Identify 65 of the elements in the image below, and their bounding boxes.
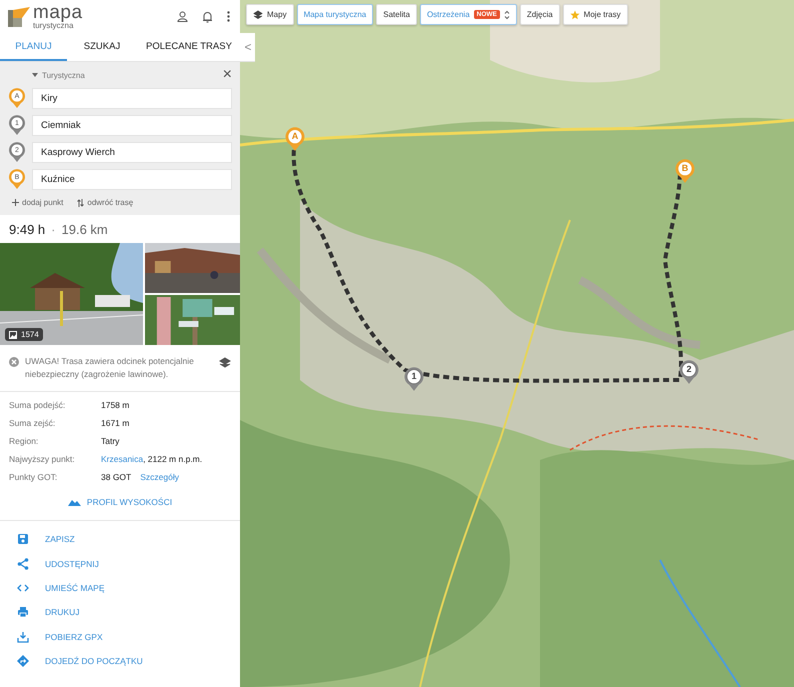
waypoint-field[interactable]: Ciemniak	[32, 114, 232, 136]
reverse-route-button[interactable]: odwróć trasę	[77, 198, 134, 207]
waypoint-field[interactable]: Kuźnice	[32, 168, 232, 190]
plus-icon	[12, 199, 19, 206]
detail-value: Tatry	[101, 436, 120, 446]
map-toolbar-button[interactable]: Mapy	[246, 4, 294, 25]
separator: ·	[51, 222, 56, 236]
map-pin[interactable]: B	[674, 158, 696, 184]
logo-title: mapa	[33, 3, 83, 22]
directions-icon	[17, 654, 29, 667]
map-toolbar-button[interactable]: Satelita	[376, 4, 417, 25]
save-icon	[17, 533, 29, 546]
mode-dropdown[interactable]: Turystyczna	[42, 70, 85, 80]
action-button[interactable]: ZAPISZ	[0, 527, 240, 552]
caret-icon	[32, 73, 38, 77]
logo-icon	[8, 6, 30, 26]
map-toolbar-button[interactable]: Zdjęcia	[520, 4, 560, 25]
warning-icon	[9, 357, 19, 367]
map-toolbar-button[interactable]: Moje trasy	[562, 4, 628, 25]
star-icon	[570, 10, 580, 20]
detail-label: Suma podejść:	[9, 400, 66, 410]
swap-icon	[77, 198, 84, 206]
action-button[interactable]: DRUKUJ	[0, 600, 240, 625]
elevation-profile-button[interactable]: PROFIL WYSOKOŚCI	[62, 496, 178, 508]
detail-value: 1671 m	[101, 418, 130, 428]
add-point-button[interactable]: dodaj punkt	[12, 198, 64, 207]
photo-count-badge[interactable]: 1574	[5, 328, 43, 341]
layers-icon[interactable]	[219, 357, 231, 369]
more-icon[interactable]	[227, 11, 230, 22]
waypoint-field[interactable]: Kiry	[32, 88, 232, 108]
detail-label: Punkty GOT:	[9, 472, 58, 482]
action-button[interactable]: POBIERZ GPX	[0, 624, 240, 649]
action-button[interactable]: UDOSTĘPNIJ	[0, 552, 240, 576]
detail-link[interactable]: Szczegóły	[140, 472, 179, 482]
map-toolbar-button[interactable]: Mapa turystyczna	[296, 4, 374, 25]
close-button[interactable]: ×	[222, 67, 232, 83]
warning-text: UWAGA! Trasa zawiera odcinek potencjalnie niebezpieczny (zagrożenie lawinowe).	[25, 355, 195, 382]
share-icon	[17, 558, 29, 570]
image-icon	[9, 330, 17, 338]
map-pin[interactable]: A	[284, 126, 306, 152]
detail-value: 1758 m	[101, 400, 130, 410]
mountain-icon	[68, 498, 81, 506]
code-icon	[17, 584, 29, 592]
action-button[interactable]: UMIEŚĆ MAPĘ	[0, 576, 240, 600]
logo-subtitle: turystyczna	[33, 22, 74, 30]
bell-icon[interactable]	[202, 10, 213, 22]
waypoint-field[interactable]: Kasprowy Wierch	[32, 142, 232, 162]
chevrons-icon	[504, 10, 510, 20]
download-icon	[17, 630, 29, 643]
detail-value: , 2122 m n.p.m.	[143, 454, 202, 464]
user-icon[interactable]	[177, 11, 188, 22]
action-button[interactable]: DOJEDŹ DO POCZĄTKU	[0, 648, 240, 674]
detail-label: Najwyższy punkt:	[9, 454, 76, 464]
tab[interactable]: SZUKAJ	[67, 33, 137, 61]
detail-link[interactable]: Krzesanica	[101, 454, 144, 464]
tab[interactable]: POLECANE TRASY	[137, 33, 241, 61]
layers-icon	[253, 10, 263, 20]
route-time: 9:49 h	[9, 222, 46, 236]
map-pin[interactable]: 1	[403, 366, 425, 392]
detail-label: Suma zejść:	[9, 418, 56, 428]
detail-label: Region:	[9, 436, 40, 446]
route-distance: 19.6 km	[62, 222, 108, 236]
print-icon	[17, 606, 29, 618]
detail-value: 38 GOT	[101, 472, 132, 482]
map-pin[interactable]: 2	[678, 359, 700, 385]
